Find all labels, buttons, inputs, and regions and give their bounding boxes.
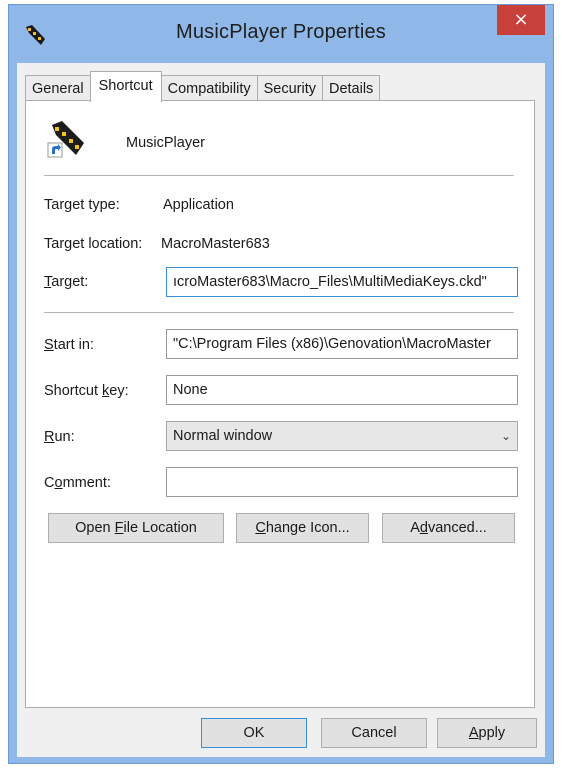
apply-button[interactable]: Apply <box>437 718 537 748</box>
target-input[interactable]: ıcroMaster683\Macro_Files\MultiMediaKeys… <box>166 267 518 297</box>
tab-compatibility[interactable]: Compatibility <box>160 75 258 101</box>
open-file-location-button[interactable]: Open File Location <box>48 513 224 543</box>
tab-shortcut[interactable]: Shortcut <box>89 71 162 102</box>
close-button[interactable]: × <box>497 5 545 35</box>
apply-accelerator: A <box>468 725 479 741</box>
start-in-input[interactable]: "C:\Program Files (x86)\Genovation\Macro… <box>166 329 518 359</box>
properties-window: MusicPlayer Properties × General Shortcu… <box>8 4 554 764</box>
shortcut-name: MusicPlayer <box>126 135 205 151</box>
change-icon-button[interactable]: Change Icon... <box>236 513 369 543</box>
start-in-label-text: tart in: <box>53 337 94 353</box>
target-location-value: MacroMaster683 <box>161 236 270 252</box>
run-select[interactable]: Normal window ⌄ <box>166 421 518 451</box>
shortcut-key-label: Shortcut key: <box>44 383 129 399</box>
music-player-shortcut-icon <box>47 121 84 158</box>
shortcut-key-label-end: ey: <box>109 383 129 399</box>
chevron-down-icon[interactable]: ⌄ <box>501 422 511 450</box>
window-title: MusicPlayer Properties <box>175 21 387 43</box>
change-icon-label: hange Icon... <box>265 520 350 536</box>
tab-security[interactable]: Security <box>256 75 323 101</box>
advanced-label-start: A <box>410 520 420 536</box>
cancel-button[interactable]: Cancel <box>321 718 427 748</box>
shortcut-key-label-start: Shortcut <box>44 383 103 399</box>
advanced-label-end: vanced... <box>427 520 487 536</box>
advanced-button[interactable]: Advanced... <box>382 513 515 543</box>
comment-input[interactable] <box>166 467 518 497</box>
shortcut-key-input[interactable]: None <box>166 375 518 405</box>
comment-label: Comment: <box>44 475 111 491</box>
run-label-accelerator: R <box>44 429 55 445</box>
change-icon-accelerator: C <box>255 520 266 536</box>
separator-top <box>44 175 514 176</box>
run-label: Run: <box>44 429 75 445</box>
target-location-label: Target location: <box>44 236 143 252</box>
separator-middle <box>44 312 514 313</box>
target-type-value: Application <box>163 197 234 213</box>
target-label: Target: <box>44 274 88 290</box>
tab-general[interactable]: General <box>25 75 91 101</box>
target-label-text: arget: <box>51 274 89 290</box>
advanced-accelerator: d <box>419 520 428 536</box>
start-in-label: Start in: <box>44 337 94 353</box>
start-in-label-accelerator: S <box>44 337 54 353</box>
title-bar[interactable]: MusicPlayer Properties × <box>9 5 553 63</box>
tab-strip: General Shortcut Compatibility Security … <box>25 71 381 102</box>
open-file-location-label-end: ile Location <box>123 520 197 536</box>
ok-button[interactable]: OK <box>201 718 307 748</box>
run-select-value: Normal window <box>173 428 273 444</box>
open-file-location-accelerator: F <box>114 520 124 536</box>
shortcut-tab-panel: MusicPlayer Target type: Application Tar… <box>25 100 535 708</box>
apply-label: pply <box>478 725 506 741</box>
tab-details[interactable]: Details <box>321 75 381 101</box>
dialog-client-area: General Shortcut Compatibility Security … <box>17 63 545 757</box>
target-type-label: Target type: <box>44 197 120 213</box>
comment-label-accelerator: o <box>54 475 63 491</box>
comment-label-end: mment: <box>62 475 111 491</box>
open-file-location-label-start: Open <box>75 520 115 536</box>
comment-label-start: C <box>44 475 55 491</box>
run-label-text: un: <box>54 429 75 445</box>
